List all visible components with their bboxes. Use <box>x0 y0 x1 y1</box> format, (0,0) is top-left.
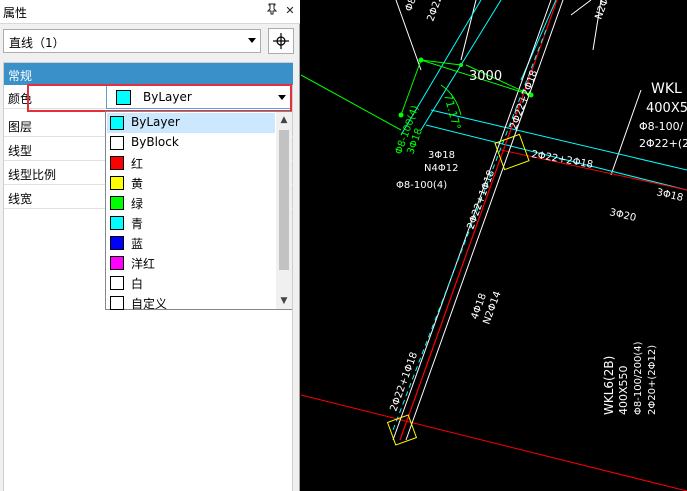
color-option-red[interactable]: 红 <box>107 153 275 173</box>
crosshair-icon <box>273 33 289 49</box>
section-general[interactable]: 常规 <box>4 63 293 85</box>
rebar-label: 2Φ22+1Φ18 <box>465 169 497 231</box>
rebar-label: Φ8-100(4) <box>396 180 447 191</box>
panel-titlebar: 属性 ✕ <box>0 0 300 24</box>
option-label: 绿 <box>131 197 144 211</box>
pin-icon[interactable] <box>264 3 280 19</box>
beam-label: Φ8-100/ <box>639 120 684 133</box>
app-window: 属性 ✕ 直线（1） 常规 颜色 ByLayer 图层 线型 线型比例 线宽 B… <box>0 0 687 491</box>
beam-label: 2Φ22+(2 <box>639 137 687 150</box>
option-label: 青 <box>131 217 144 231</box>
option-label: 红 <box>131 157 144 171</box>
rebar-label: 3Φ18 <box>428 150 455 161</box>
color-dropdown-list: ByLayer ByBlock 红 黄 绿 青 蓝 洋红 白 自定义 ▲ ▼ <box>105 111 292 313</box>
color-combobox[interactable]: ByLayer <box>106 85 292 109</box>
color-option-blue[interactable]: 蓝 <box>107 233 275 253</box>
option-label: ByLayer <box>131 115 180 129</box>
beam-label: WKL <box>651 81 682 97</box>
chevron-down-icon[interactable] <box>278 95 286 100</box>
angle-label: 71.17° <box>441 92 463 131</box>
chevron-up-icon[interactable]: ▲ <box>276 112 292 128</box>
option-label: 白 <box>131 277 144 291</box>
color-swatch <box>110 196 124 210</box>
property-label: 颜色 <box>8 92 33 106</box>
color-swatch <box>110 236 124 250</box>
color-swatch <box>110 296 124 310</box>
beam-label: WKL6(2B) <box>602 356 616 415</box>
color-swatch <box>110 156 124 170</box>
option-label: ByBlock <box>131 135 179 149</box>
option-label: 洋红 <box>131 257 156 271</box>
close-icon[interactable]: ✕ <box>282 3 298 19</box>
option-label: 黄 <box>131 177 144 191</box>
selection-value: 直线（1） <box>9 36 65 50</box>
rebar-label: 2Φ22+1Φ18 <box>388 351 420 413</box>
property-row-color[interactable]: 颜色 ByLayer <box>4 85 293 109</box>
beam-label: Φ8-100/200(4) <box>633 341 644 415</box>
color-swatch <box>110 116 124 130</box>
property-label: 线宽 <box>8 192 33 206</box>
rebar-label: 2Φ22 <box>425 0 445 23</box>
panel-title: 属性 <box>3 6 28 20</box>
color-option-white[interactable]: 白 <box>107 273 275 293</box>
section-label: 常规 <box>8 69 33 83</box>
properties-panel: 属性 ✕ 直线（1） 常规 颜色 ByLayer 图层 线型 线型比例 线宽 B… <box>0 0 300 491</box>
rebar-label: 3Φ18 <box>655 187 684 204</box>
color-swatch <box>110 256 124 270</box>
color-option-magenta[interactable]: 洋红 <box>107 253 275 273</box>
beam-label: 400X550 <box>617 365 630 415</box>
property-label: 线型 <box>8 144 33 158</box>
dim-label: 3000 <box>469 69 502 84</box>
beam-label: 400X5 <box>646 101 687 116</box>
pick-objects-button[interactable] <box>268 28 294 54</box>
dropdown-scrollbar[interactable]: ▲ ▼ <box>276 112 292 309</box>
color-option-byblock[interactable]: ByBlock <box>107 133 275 153</box>
color-option-green[interactable]: 绿 <box>107 193 275 213</box>
rebar-label: 2Φ22+2Φ18 <box>530 149 593 171</box>
scroll-thumb[interactable] <box>279 130 289 270</box>
rebar-label: Φ8- <box>403 0 420 13</box>
option-label: 蓝 <box>131 237 144 251</box>
rebar-label: 3Φ20 <box>608 207 637 224</box>
color-option-cyan[interactable]: 青 <box>107 213 275 233</box>
color-option-custom[interactable]: 自定义 <box>107 293 275 313</box>
color-option-bylayer[interactable]: ByLayer <box>107 113 275 133</box>
option-label: 自定义 <box>131 297 168 311</box>
cad-drawing: 3000 WKL 400X5 Φ8-100/ 2Φ22+(2 2Φ22+2Φ18… <box>300 0 687 491</box>
color-swatch <box>110 176 124 190</box>
color-swatch <box>110 276 124 290</box>
property-label: 图层 <box>8 120 33 134</box>
color-swatch <box>110 136 124 150</box>
color-swatch <box>116 90 131 105</box>
property-label: 线型比例 <box>8 168 57 182</box>
beam-label: 2Φ20+(2Φ12) <box>647 345 658 415</box>
chevron-down-icon <box>248 38 256 43</box>
color-option-yellow[interactable]: 黄 <box>107 173 275 193</box>
rebar-label: N4Φ12 <box>424 163 458 174</box>
rebar-label: N2Φ14 <box>593 0 615 21</box>
color-swatch <box>110 216 124 230</box>
chevron-down-icon[interactable]: ▼ <box>276 293 292 309</box>
rebar-label: 2Φ22+2Φ18 <box>508 69 540 131</box>
drawing-canvas[interactable]: 3000 WKL 400X5 Φ8-100/ 2Φ22+(2 2Φ22+2Φ18… <box>300 0 687 491</box>
selection-dropdown[interactable]: 直线（1） <box>3 29 261 53</box>
color-value-text: ByLayer <box>143 90 192 104</box>
